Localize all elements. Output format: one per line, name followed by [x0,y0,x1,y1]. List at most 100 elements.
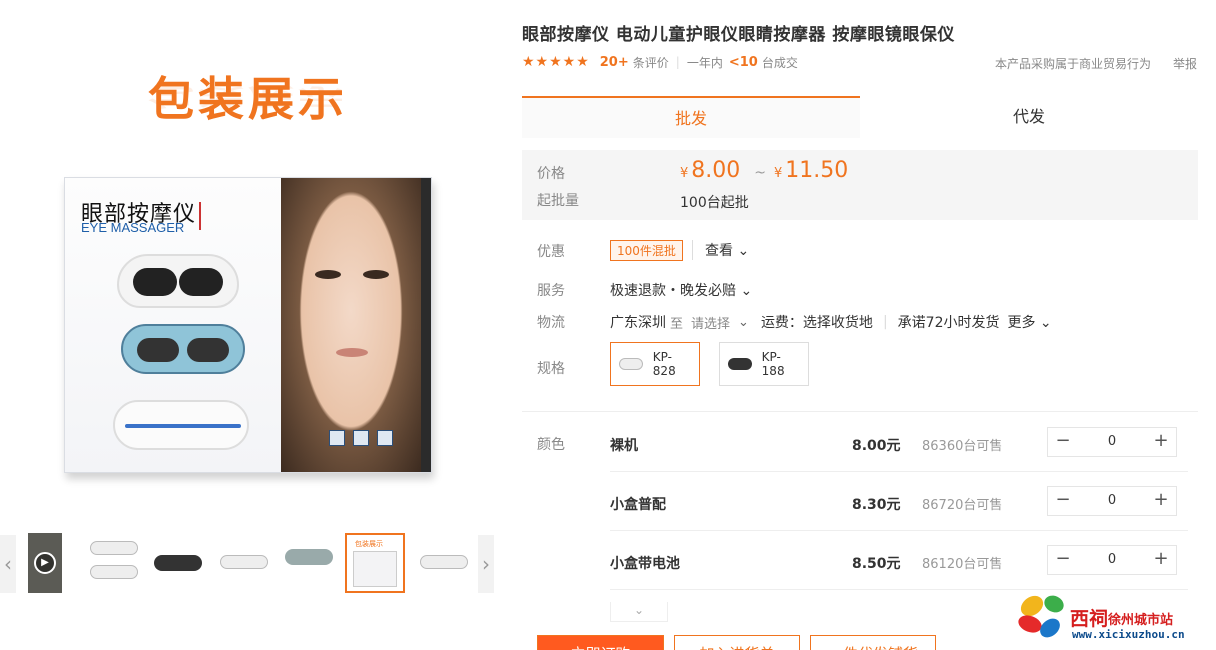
review-count[interactable]: 20+ [600,55,629,70]
main-product-image[interactable]: 包装展示 包装展示 眼部按摩仪 EYE MASSAGER [50,45,450,500]
section-divider [522,411,1198,412]
color-label: 颜色 [537,437,565,453]
increment-button[interactable]: + [1146,487,1176,515]
moq-label: 起批量 [537,193,579,209]
variant-name: 裸机 [610,438,638,454]
mask-stripe-image [113,400,249,450]
watermark-city: 徐州城市站 [1108,613,1174,628]
discount-label: 优惠 [537,244,565,260]
logistics-row: 广东深圳 至 请选择 ⌄ 运费：选择收货地 | 承诺72小时发货 更多 ⌄ [610,312,1052,332]
variant-name: 小盒带电池 [610,556,680,572]
price-box: 价格 ¥ 8.00 ~ ¥ 11.50 起批量 100台起批 [522,150,1198,220]
logistics-separator: | [882,314,888,330]
mask-white-image [117,254,239,308]
rating-separator: | [675,55,680,69]
spec-label: 规格 [537,361,565,377]
variant-row: 裸机 8.00元 86360台可售 − 0 + [610,413,1188,472]
moq-value: 100台起批 [680,195,749,211]
quantity-input[interactable]: 0 [1078,428,1146,456]
dropship-button[interactable]: 一件代发铺货 [810,635,936,650]
variant-row: 小盒普配 8.30元 86720台可售 − 0 + [610,472,1188,531]
quantity-input[interactable]: 0 [1078,487,1146,515]
currency-symbol: ¥ [680,166,689,181]
spec-option-kp828[interactable]: KP-828 [610,342,700,386]
mask-blue-image [121,324,245,374]
tab-wholesale[interactable]: 批发 [522,96,860,138]
variant-price: 8.00元 [852,438,901,454]
product-title: 眼部按摩仪 电动儿童护眼仪眼睛按摩器 按摩眼镜眼保仪 [522,25,955,45]
watermark-url: www.xicixuzhou.cn [1072,628,1185,641]
spec-thumb [728,358,752,370]
purchase-tabs: 批发 代发 [522,96,1198,138]
ship-to-label: 至 [670,316,684,332]
chevron-down-icon[interactable]: ⌄ [738,315,749,330]
price-range: ¥ 8.00 ~ ¥ 11.50 [680,158,848,183]
price-high: 11.50 [785,158,849,183]
watermark-brand: 西祠 [1070,608,1109,630]
variant-price: 8.30元 [852,497,901,513]
pack-display-title-reflection: 包装展示 [148,83,348,111]
quantity-stepper: − 0 + [1047,427,1177,457]
thumbnail-strip: ‹ ▶ 包装展示 › [0,533,500,595]
thumb-item[interactable] [148,533,208,593]
model-face-image [281,178,421,472]
spec-name: KP-828 [652,350,676,378]
thumb-video[interactable]: ▶ [28,533,62,593]
product-box-image: 眼部按摩仪 EYE MASSAGER [64,177,432,473]
thumb-item[interactable] [414,533,474,593]
quantity-input[interactable]: 0 [1078,546,1146,574]
service-label: 服务 [537,283,565,299]
ship-origin: 广东深圳 [610,315,666,331]
variant-row: 小盒带电池 8.50元 86120台可售 − 0 + [610,531,1188,590]
increment-button[interactable]: + [1146,546,1176,574]
coupon-badge[interactable]: 100件混批 [610,240,683,261]
variant-name: 小盒普配 [610,497,666,513]
shipping-promise: 承诺72小时发货 [897,315,1000,331]
decrement-button[interactable]: − [1048,546,1078,574]
deal-count: <10 [728,54,758,70]
service-value[interactable]: 极速退款・晚发必赔 ⌄ [610,280,752,300]
increment-button[interactable]: + [1146,428,1176,456]
logistics-more-button[interactable]: 更多 ⌄ [1007,312,1051,332]
watermark-flower-icon [1018,595,1064,638]
deal-label: 台成交 [761,55,798,70]
thumb-item[interactable] [279,533,339,593]
price-tilde: ~ [754,165,766,181]
coupon-check-link[interactable]: 查看 ⌄ [692,240,749,260]
thumb-next-button[interactable]: › [478,535,494,593]
decrement-button[interactable]: − [1048,487,1078,515]
order-now-button[interactable]: 立即订购 [537,635,664,650]
quantity-stepper: − 0 + [1047,486,1177,516]
report-link[interactable]: 举报 [1173,55,1197,72]
review-label[interactable]: 条评价 [633,54,669,71]
spec-name: KP-188 [761,350,785,378]
box-feature-icons [329,430,393,446]
variant-price: 8.50元 [852,556,901,572]
play-icon: ▶ [34,552,56,574]
thumb-item[interactable] [84,533,144,593]
spec-option-kp188[interactable]: KP-188 [719,342,809,386]
price-low: 8.00 [691,158,741,183]
decrement-button[interactable]: − [1048,428,1078,456]
box-title-divider [199,202,201,230]
freight-info: 运费：选择收货地 [760,315,873,331]
box-side-panel [421,178,431,472]
destination-select[interactable]: 请选择 [691,313,730,332]
quantity-stepper: − 0 + [1047,545,1177,575]
variant-stock: 86720台可售 [922,498,1003,513]
rating-stars-icon: ★★★★★ [522,54,590,70]
thumb-item-active[interactable]: 包装展示 [345,533,405,593]
thumb-item[interactable] [214,533,274,593]
add-to-cart-button[interactable]: 加入进货单 [674,635,800,650]
site-watermark: 西祠 徐州城市站 www.xicixuzhou.cn [1012,588,1212,646]
variant-stock: 86360台可售 [922,439,1003,454]
tab-dropship[interactable]: 代发 [860,96,1198,138]
year-label: 一年内 [686,55,723,70]
expand-variants-chevron-icon[interactable]: ⌄ [610,602,668,622]
thumb-prev-button[interactable]: ‹ [0,535,16,593]
spec-thumb [619,358,643,370]
box-title-en: EYE MASSAGER [81,220,185,235]
thumb-pack-label: 包装展示 [355,540,383,548]
variant-stock: 86120台可售 [922,557,1003,572]
trade-compliance-note: 本产品采购属于商业贸易行为 [995,57,1152,71]
